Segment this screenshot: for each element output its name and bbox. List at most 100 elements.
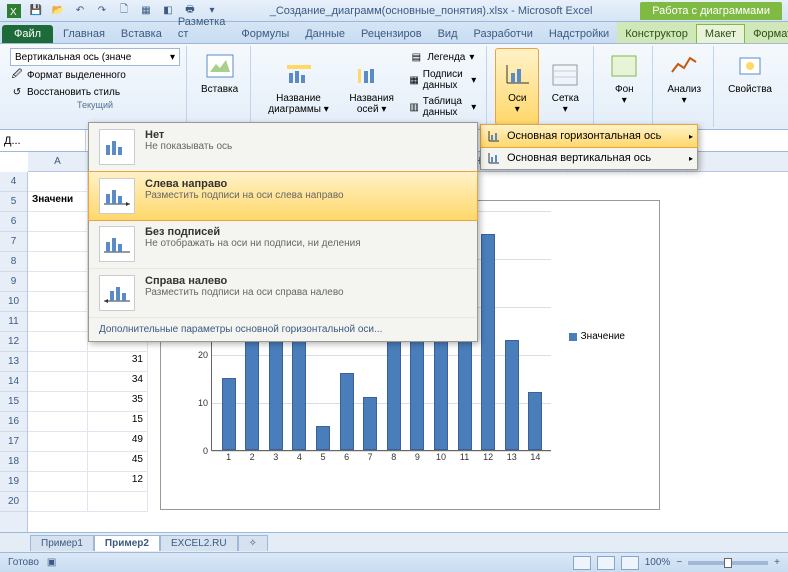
row-header[interactable]: 13	[0, 352, 27, 372]
row-header[interactable]: 20	[0, 492, 27, 512]
insert-button[interactable]: Вставка	[195, 48, 244, 97]
chart-element-selector[interactable]: Вертикальная ось (значе▾	[10, 48, 180, 66]
row-header[interactable]: 16	[0, 412, 27, 432]
axis-option-ltr[interactable]: Слева направо Разместить подписи на оси …	[88, 171, 478, 221]
cell[interactable]: Значени	[28, 192, 88, 212]
qat-btn[interactable]: ▦	[136, 2, 156, 20]
axis-option-rtl[interactable]: Справа налево Разместить подписи на оси …	[89, 269, 477, 318]
cell[interactable]	[28, 432, 88, 452]
tab-developer[interactable]: Разработчи	[466, 25, 541, 43]
name-box[interactable]: Д...	[0, 130, 86, 151]
cell[interactable]	[28, 452, 88, 472]
row-header[interactable]: 17	[0, 432, 27, 452]
cell[interactable]: 34	[88, 372, 148, 392]
primary-horizontal-axis-item[interactable]: Основная горизонтальная ось ▸	[481, 125, 697, 147]
cell[interactable]	[28, 272, 88, 292]
sheet-tab[interactable]: Пример1	[30, 535, 94, 551]
cell[interactable]: 49	[88, 432, 148, 452]
zoom-in-button[interactable]: +	[774, 557, 780, 568]
data-table-button[interactable]: ▥Таблица данных ▾	[405, 94, 480, 120]
chart-bar[interactable]	[222, 378, 236, 450]
new-icon[interactable]: 🗋	[114, 2, 134, 20]
save-icon[interactable]: 💾	[26, 2, 46, 20]
cell[interactable]	[28, 352, 88, 372]
tab-home[interactable]: Главная	[55, 25, 113, 43]
chart-bar[interactable]	[363, 397, 377, 450]
cell[interactable]	[28, 492, 88, 512]
row-header[interactable]: 7	[0, 232, 27, 252]
axis-more-options[interactable]: Дополнительные параметры основной горизо…	[89, 318, 477, 341]
page-break-view-button[interactable]	[621, 556, 639, 570]
row-header[interactable]: 4	[0, 172, 27, 192]
row-header[interactable]: 8	[0, 252, 27, 272]
cell[interactable]: 45	[88, 452, 148, 472]
redo-icon[interactable]: ↷	[92, 2, 112, 20]
format-selection-button[interactable]: 🖉Формат выделенного	[10, 67, 180, 83]
column-header[interactable]: A	[28, 152, 88, 171]
cell[interactable]: 12	[88, 472, 148, 492]
chart-bar[interactable]	[528, 392, 542, 450]
normal-view-button[interactable]	[573, 556, 591, 570]
cell[interactable]	[28, 412, 88, 432]
chart-bar[interactable]	[340, 373, 354, 450]
legend-button[interactable]: ▤Легенда ▾	[405, 48, 480, 66]
chart-bar[interactable]	[481, 234, 495, 450]
gridlines-button[interactable]: Сетка▾	[543, 48, 587, 125]
excel-icon[interactable]: X	[4, 2, 24, 20]
cell[interactable]	[28, 172, 88, 192]
cell[interactable]	[28, 332, 88, 352]
cell[interactable]	[28, 312, 88, 332]
reset-style-button[interactable]: ↺Восстановить стиль	[10, 84, 180, 100]
background-button[interactable]: Фон▾	[602, 48, 646, 108]
row-header[interactable]: 9	[0, 272, 27, 292]
row-header[interactable]: 10	[0, 292, 27, 312]
tab-layout[interactable]: Макет	[696, 24, 745, 43]
cell[interactable]	[28, 472, 88, 492]
axis-titles-button[interactable]: Названия осей ▾	[342, 48, 401, 125]
cell[interactable]	[28, 372, 88, 392]
tab-formulas[interactable]: Формулы	[233, 25, 297, 43]
cell[interactable]	[28, 232, 88, 252]
open-icon[interactable]: 📂	[48, 2, 68, 20]
sheet-tab[interactable]: Пример2	[94, 535, 160, 551]
row-header[interactable]: 12	[0, 332, 27, 352]
data-labels-button[interactable]: ▦Подписи данных ▾	[405, 67, 480, 93]
cell[interactable]	[88, 492, 148, 512]
tab-page-layout[interactable]: Разметка ст	[170, 13, 234, 43]
cell[interactable]: 31	[88, 352, 148, 372]
row-header[interactable]: 11	[0, 312, 27, 332]
sheet-tab[interactable]: EXCEL2.RU	[160, 535, 238, 551]
axis-option-nolabels[interactable]: Без подписей Не отображать на оси ни под…	[89, 220, 477, 269]
cell[interactable]	[28, 212, 88, 232]
chart-title-button[interactable]: Название диаграммы ▾	[259, 48, 338, 125]
tab-review[interactable]: Рецензиров	[353, 25, 430, 43]
cell[interactable]: 15	[88, 412, 148, 432]
cell[interactable]	[28, 392, 88, 412]
tab-data[interactable]: Данные	[297, 25, 353, 43]
row-header[interactable]: 5	[0, 192, 27, 212]
page-layout-view-button[interactable]	[597, 556, 615, 570]
new-sheet-button[interactable]: ✧	[238, 535, 268, 551]
macro-record-icon[interactable]: ▣	[47, 557, 56, 568]
undo-icon[interactable]: ↶	[70, 2, 90, 20]
tab-addins[interactable]: Надстройки	[541, 25, 617, 43]
cell[interactable]: 35	[88, 392, 148, 412]
row-header[interactable]: 15	[0, 392, 27, 412]
row-header[interactable]: 19	[0, 472, 27, 492]
tab-view[interactable]: Вид	[430, 25, 466, 43]
row-header[interactable]: 6	[0, 212, 27, 232]
file-tab[interactable]: Файл	[2, 25, 53, 43]
primary-vertical-axis-item[interactable]: Основная вертикальная ось ▸	[481, 147, 697, 169]
tab-design[interactable]: Конструктор	[617, 25, 696, 43]
axis-option-none[interactable]: Нет Не показывать ось	[89, 123, 477, 172]
analysis-button[interactable]: Анализ▾	[661, 48, 707, 108]
row-header[interactable]: 14	[0, 372, 27, 392]
tab-format[interactable]: Формат	[745, 25, 788, 43]
chart-bar[interactable]	[316, 426, 330, 450]
cell[interactable]	[28, 252, 88, 272]
row-header[interactable]: 18	[0, 452, 27, 472]
tab-insert[interactable]: Вставка	[113, 25, 170, 43]
zoom-out-button[interactable]: −	[676, 557, 682, 568]
cell[interactable]	[28, 292, 88, 312]
zoom-thumb[interactable]	[724, 558, 732, 568]
